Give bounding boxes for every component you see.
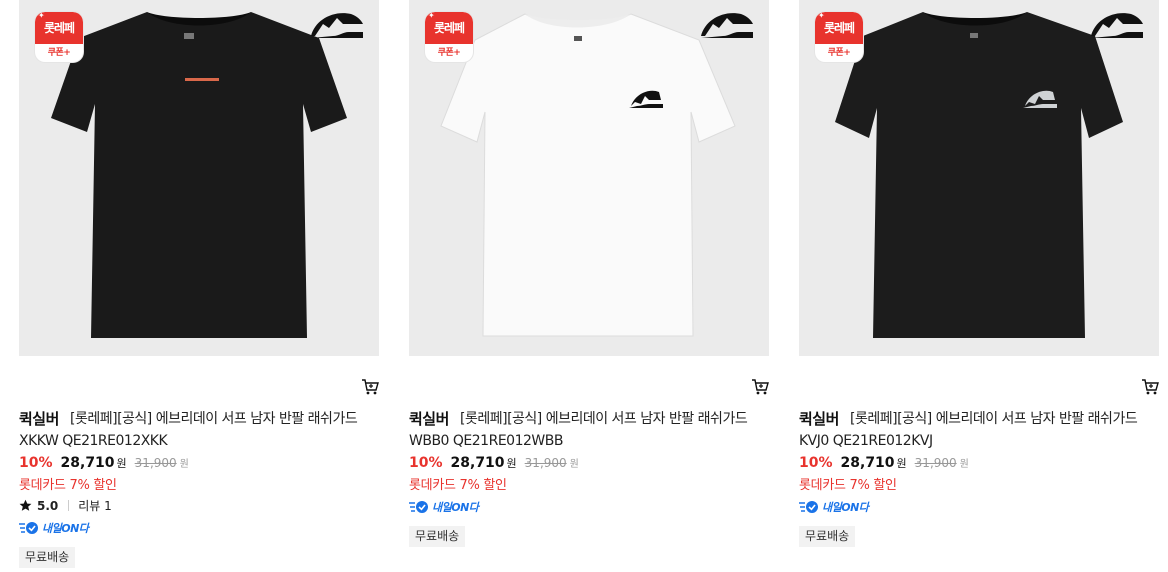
add-to-cart-icon[interactable] <box>1141 378 1159 396</box>
delivery-badge-text: 내일ON다 <box>42 522 89 535</box>
original-currency-unit: 원 <box>959 459 969 470</box>
quiksilver-logo-icon <box>701 13 753 38</box>
coupon-badge-title: 롯레페 <box>823 21 855 35</box>
coupon-badge: ✦ 롯레페 쿠폰+ <box>815 12 863 62</box>
card-discount: 롯데카드 7% 할인 <box>19 478 117 493</box>
delivery-truck-icon <box>19 522 38 534</box>
coupon-badge-subtitle: 쿠폰+ <box>827 48 851 58</box>
free-shipping-tag: 무료배송 <box>409 526 466 547</box>
review-count: 리뷰 1 <box>78 499 112 513</box>
currency-unit: 원 <box>116 457 127 470</box>
product-card[interactable]: ✦ 롯레페 쿠폰+ 퀵실버 [롯레페][공식] 에브리데이 서프 남자 반팔 래쉬… <box>409 0 769 572</box>
rating-row[interactable]: 5.0 리뷰 1 <box>19 497 112 514</box>
coupon-badge-title: 롯레페 <box>433 21 465 35</box>
delivery-badge-text: 내일ON다 <box>822 501 869 514</box>
rating-score: 5.0 <box>37 498 59 513</box>
original-currency-unit: 원 <box>569 459 579 470</box>
original-currency-unit: 원 <box>179 459 189 470</box>
product-image[interactable]: ✦ 롯레페 쿠폰+ <box>19 0 379 356</box>
product-card[interactable]: ✦ 롯레페 쿠폰+ 퀵실버 [롯레페][공식] 에브리데이 서프 남자 반팔 래쉬… <box>799 0 1159 572</box>
currency-unit: 원 <box>896 457 907 470</box>
product-image[interactable]: ✦ 롯레페 쿠폰+ <box>799 0 1159 356</box>
add-to-cart-icon[interactable] <box>751 378 769 396</box>
divider <box>68 500 70 511</box>
star-icon <box>19 499 32 511</box>
coupon-badge: ✦ 롯레페 쿠폰+ <box>35 12 83 62</box>
discount-rate: 10% <box>19 455 53 471</box>
tomorrow-delivery-badge: 내일ON다 <box>409 499 479 515</box>
free-shipping-tag: 무료배송 <box>19 547 76 568</box>
coupon-badge: ✦ 롯레페 쿠폰+ <box>425 12 473 62</box>
product-name[interactable]: [롯레페][공식] 에브리데이 서프 남자 반팔 래쉬가드 XKKW QE21R… <box>19 408 381 452</box>
sale-price: 28,710 <box>450 455 505 471</box>
quiksilver-logo-icon <box>311 13 363 38</box>
tomorrow-delivery-badge: 내일ON다 <box>19 520 89 536</box>
discount-rate: 10% <box>409 455 443 471</box>
original-price: 31,900 <box>914 456 957 470</box>
coupon-badge-subtitle: 쿠폰+ <box>437 48 461 58</box>
card-discount: 롯데카드 7% 할인 <box>799 478 897 493</box>
tomorrow-delivery-badge: 내일ON다 <box>799 499 869 515</box>
product-card[interactable]: ✦ 롯레페 쿠폰+ 퀵실버 [롯레페][공식] 에브리데이 서프 남자 반팔 래쉬… <box>19 0 379 572</box>
currency-unit: 원 <box>506 457 517 470</box>
free-shipping-tag: 무료배송 <box>799 526 856 547</box>
price-line: 10% 28,710 원 31,900 원 <box>409 455 579 471</box>
sale-price: 28,710 <box>840 455 895 471</box>
original-price: 31,900 <box>134 456 177 470</box>
original-price: 31,900 <box>524 456 567 470</box>
coupon-badge-subtitle: 쿠폰+ <box>47 48 71 58</box>
product-image[interactable]: ✦ 롯레페 쿠폰+ <box>409 0 769 356</box>
add-to-cart-icon[interactable] <box>361 378 379 396</box>
price-line: 10% 28,710 원 31,900 원 <box>19 455 189 471</box>
delivery-badge-text: 내일ON다 <box>432 501 479 514</box>
product-name[interactable]: [롯레페][공식] 에브리데이 서프 남자 반팔 래쉬가드 WBB0 QE21R… <box>409 408 771 452</box>
delivery-truck-icon <box>799 501 818 513</box>
product-name[interactable]: [롯레페][공식] 에브리데이 서프 남자 반팔 래쉬가드 KVJ0 QE21R… <box>799 408 1161 452</box>
discount-rate: 10% <box>799 455 833 471</box>
card-discount: 롯데카드 7% 할인 <box>409 478 507 493</box>
coupon-badge-title: 롯레페 <box>43 21 75 35</box>
sale-price: 28,710 <box>60 455 115 471</box>
delivery-truck-icon <box>409 501 428 513</box>
price-line: 10% 28,710 원 31,900 원 <box>799 455 969 471</box>
quiksilver-logo-icon <box>1091 13 1143 38</box>
